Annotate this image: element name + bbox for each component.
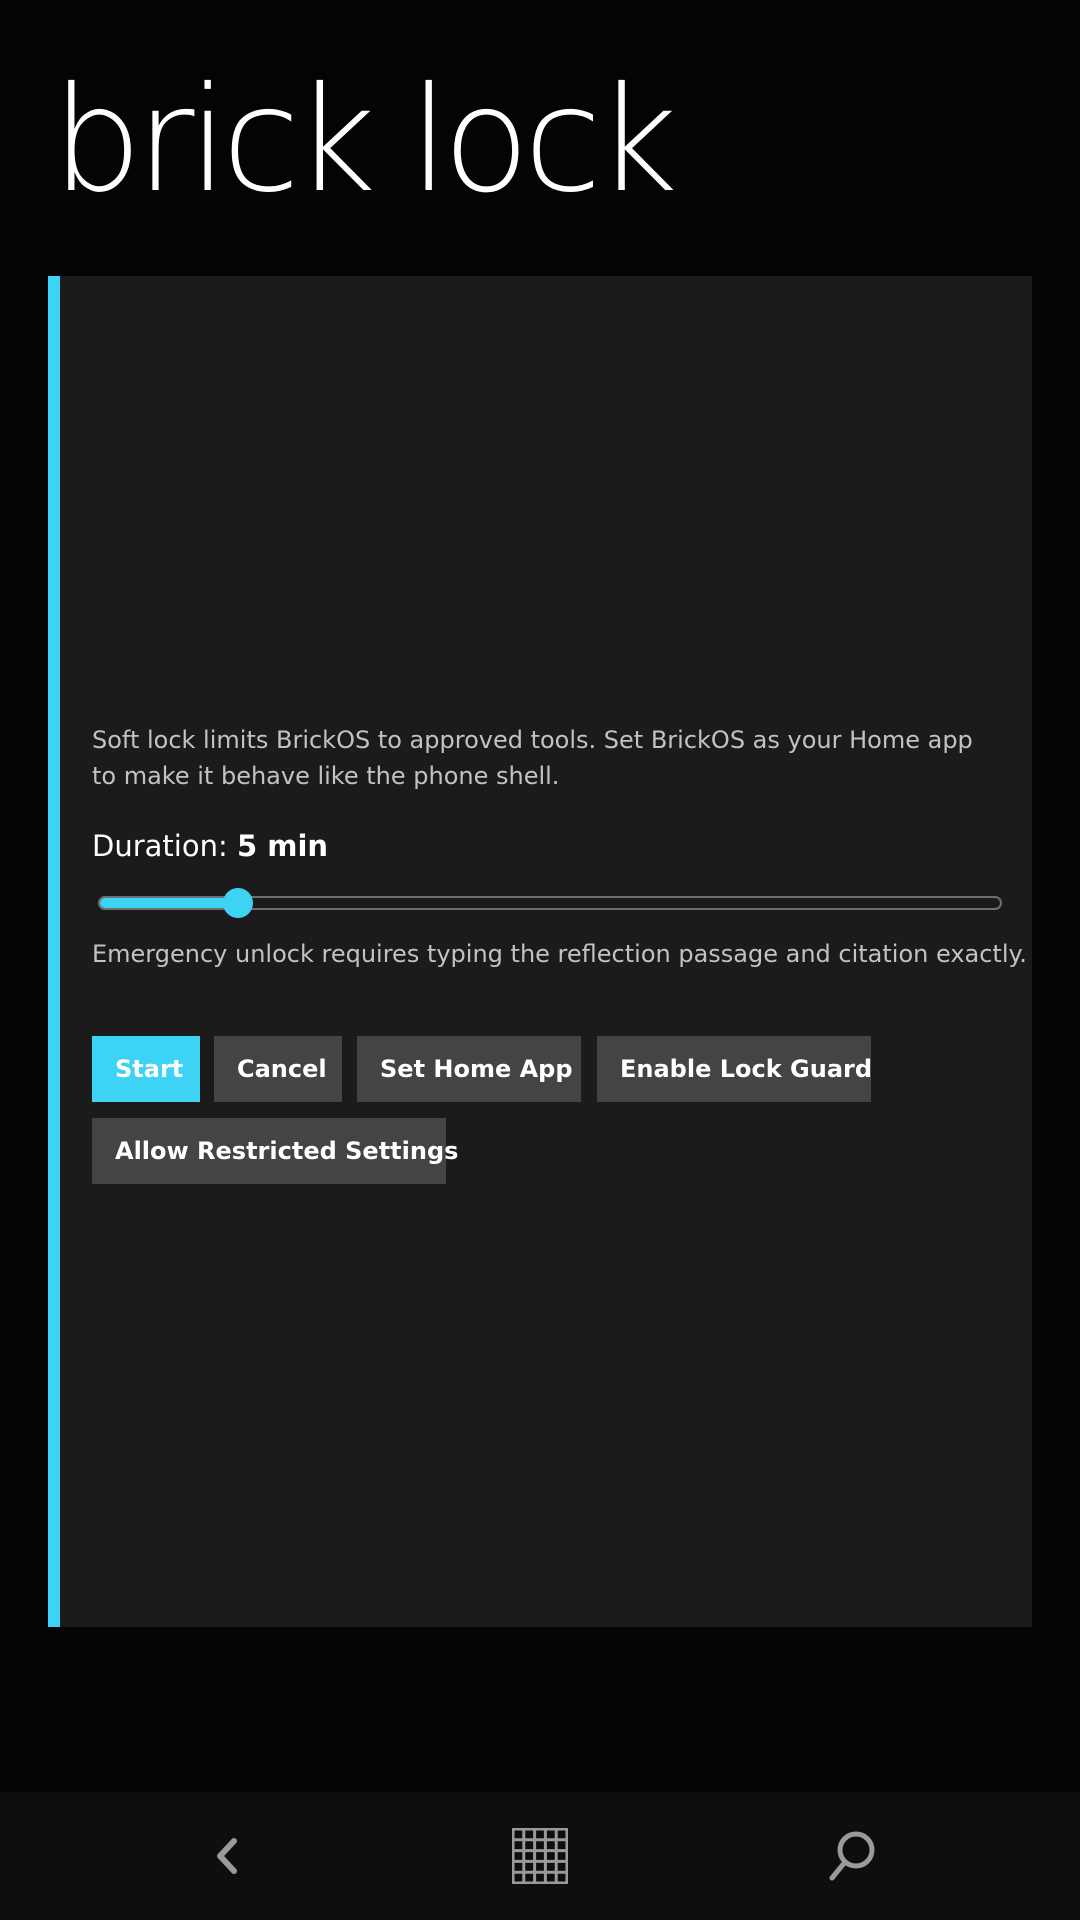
search-button[interactable] [792, 1792, 912, 1920]
set-home-app-button[interactable]: Set Home App [357, 1036, 581, 1102]
duration-label: Duration: [92, 829, 228, 863]
enable-lock-guard-button[interactable]: Enable Lock Guard [597, 1036, 872, 1102]
slider-fill [100, 898, 240, 908]
soft-lock-description: Soft lock limits BrickOS to approved too… [92, 726, 973, 790]
start-button[interactable]: Start [92, 1036, 200, 1102]
app-title: brick lock [52, 56, 678, 225]
duration-slider[interactable] [98, 888, 1002, 918]
duration-readout: Duration: 5 min [92, 829, 328, 863]
system-nav-bar [0, 1792, 1080, 1920]
windows-grid-icon [512, 1828, 568, 1884]
start-button-system[interactable] [480, 1792, 600, 1920]
panel-accent-bar [48, 276, 60, 1627]
lock-panel: Soft lock limits BrickOS to approved too… [48, 276, 1032, 1627]
cancel-button[interactable]: Cancel [214, 1036, 342, 1102]
back-button[interactable] [168, 1792, 288, 1920]
allow-restricted-settings-button[interactable]: Allow Restricted Settings [92, 1118, 458, 1184]
emergency-unlock-note: Emergency unlock requires typing the ref… [92, 940, 1027, 968]
slider-thumb[interactable] [223, 888, 254, 918]
duration-value: 5 min [236, 829, 329, 863]
search-icon [829, 1831, 875, 1881]
back-icon [217, 1838, 237, 1874]
